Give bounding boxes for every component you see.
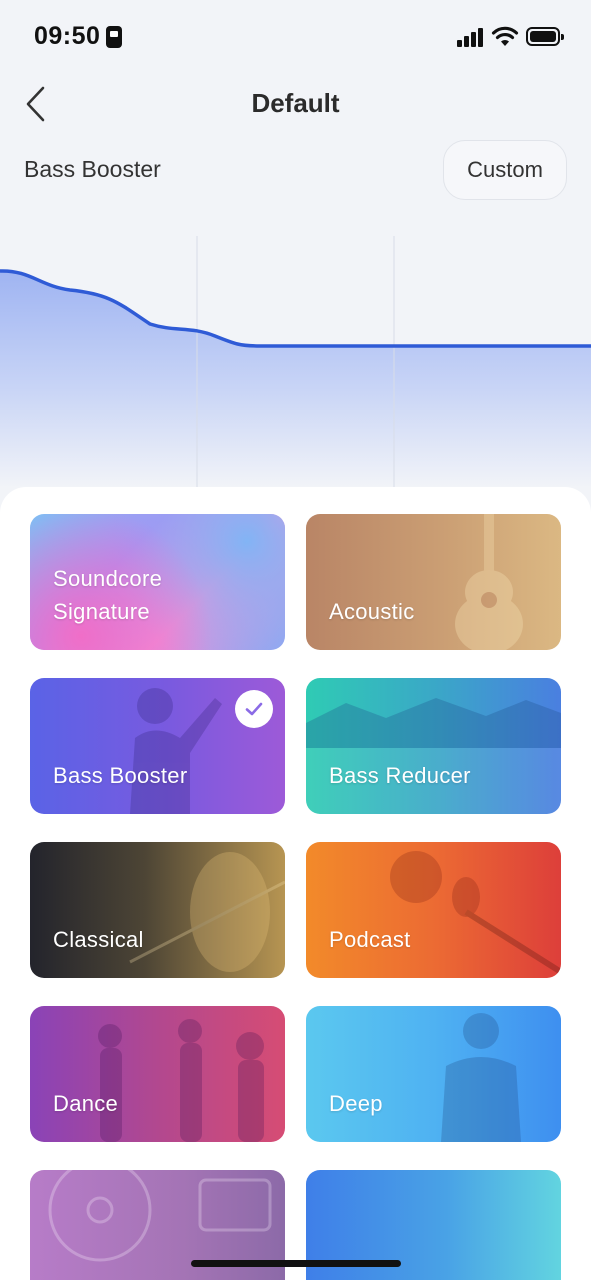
preset-card-label: Podcast bbox=[329, 927, 411, 952]
eq-curve-chart bbox=[0, 236, 591, 488]
preset-card-classical[interactable]: Classical bbox=[30, 842, 285, 978]
page-title: Default bbox=[251, 88, 340, 118]
contact-card-icon bbox=[106, 26, 122, 48]
preset-card-bass-reducer[interactable]: Bass Reducer bbox=[306, 678, 561, 814]
preset-card-label: Soundcore Signature bbox=[53, 566, 163, 624]
preset-card-label: Classical bbox=[53, 927, 144, 952]
status-bar: 09:50 bbox=[0, 0, 591, 74]
preset-card-soundcore-signature[interactable]: Soundcore Signature bbox=[30, 514, 285, 650]
dancers-image bbox=[98, 1019, 264, 1142]
preset-card-label: Acoustic bbox=[329, 599, 415, 624]
selected-check-icon bbox=[235, 690, 273, 728]
preset-panel: Soundcore Signature Acoustic Bass Booste… bbox=[0, 487, 591, 1280]
lake-mountains-image bbox=[306, 698, 561, 814]
battery-icon bbox=[526, 27, 564, 46]
preset-card-label: Bass Booster bbox=[53, 763, 188, 788]
wifi-icon bbox=[491, 26, 519, 46]
preset-card-acoustic[interactable]: Acoustic bbox=[306, 514, 561, 650]
preset-card-dance[interactable]: Dance bbox=[30, 1006, 285, 1142]
preset-card-bass-booster[interactable]: Bass Booster bbox=[30, 678, 285, 814]
cello-image bbox=[129, 852, 285, 972]
eq-curve-fill bbox=[0, 270, 591, 488]
man-headphones-image bbox=[441, 1013, 521, 1142]
preset-card-label: Dance bbox=[53, 1091, 119, 1116]
custom-button[interactable]: Custom bbox=[443, 140, 567, 200]
singer-microphone-image bbox=[390, 851, 561, 975]
cellular-signal-icon bbox=[457, 27, 483, 47]
preset-card-podcast[interactable]: Podcast bbox=[306, 842, 561, 978]
preset-card-label: Bass Reducer bbox=[329, 763, 471, 788]
status-time: 09:50 bbox=[34, 22, 101, 50]
home-indicator[interactable] bbox=[191, 1260, 401, 1267]
guitar-image bbox=[455, 514, 523, 650]
current-preset-name: Bass Booster bbox=[24, 156, 161, 182]
preset-card-deep[interactable]: Deep bbox=[306, 1006, 561, 1142]
preset-card-label: Deep bbox=[329, 1091, 383, 1116]
